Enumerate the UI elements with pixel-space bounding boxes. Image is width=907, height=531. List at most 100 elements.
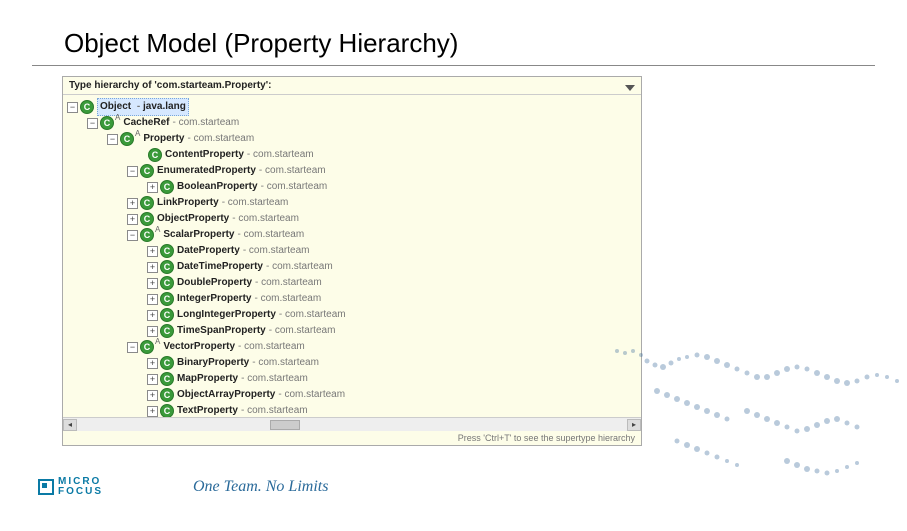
class-name[interactable]: TimeSpanProperty: [177, 323, 266, 339]
package-name: - com.starteam: [279, 307, 346, 323]
package-name: - com.starteam: [222, 195, 289, 211]
expand-icon[interactable]: +: [147, 278, 158, 289]
tree-row-content[interactable]: C ContentProperty - com.starteam: [67, 147, 637, 163]
class-name[interactable]: EnumeratedProperty: [157, 163, 256, 179]
class-name[interactable]: MapProperty: [177, 371, 238, 387]
expand-icon[interactable]: +: [147, 358, 158, 369]
tree-row-cacheref[interactable]: − CA CacheRef - com.starteam: [67, 115, 637, 131]
class-icon: C: [160, 372, 174, 386]
scroll-right-button[interactable]: ▸: [627, 419, 641, 431]
collapse-icon[interactable]: −: [67, 102, 78, 113]
tree-row-objectarray[interactable]: + C ObjectArrayProperty - com.starteam: [67, 387, 637, 403]
expand-icon[interactable]: +: [147, 262, 158, 273]
collapse-icon[interactable]: −: [127, 230, 138, 241]
expand-icon[interactable]: +: [147, 390, 158, 401]
tree-row-double[interactable]: + C DoubleProperty - com.starteam: [67, 275, 637, 291]
tree-row-longint[interactable]: + C LongIntegerProperty - com.starteam: [67, 307, 637, 323]
microfocus-logo: MICRO FOCUS: [38, 477, 103, 497]
class-icon: C: [160, 292, 174, 306]
class-name[interactable]: IntegerProperty: [177, 291, 251, 307]
panel-hint: Press 'Ctrl+T' to see the supertype hier…: [458, 431, 635, 445]
collapse-icon[interactable]: −: [87, 118, 98, 129]
class-icon: C: [120, 132, 134, 146]
scroll-left-button[interactable]: ◂: [63, 419, 77, 431]
class-name[interactable]: DoubleProperty: [177, 275, 252, 291]
tree-row-scalar[interactable]: − CA ScalarProperty - com.starteam: [67, 227, 637, 243]
class-icon: C: [160, 324, 174, 338]
tree-row-object[interactable]: − C Object - java.lang: [67, 99, 637, 115]
collapse-icon[interactable]: −: [107, 134, 118, 145]
expand-icon[interactable]: +: [147, 294, 158, 305]
abstract-badge-icon: A: [115, 110, 120, 126]
horizontal-scrollbar[interactable]: ◂ ▸: [63, 417, 641, 431]
package-name: - com.starteam: [238, 339, 305, 355]
tree-row-timespan[interactable]: + C TimeSpanProperty - com.starteam: [67, 323, 637, 339]
collapse-icon[interactable]: −: [127, 166, 138, 177]
tree-row-integer[interactable]: + C IntegerProperty - com.starteam: [67, 291, 637, 307]
class-name[interactable]: ObjectArrayProperty: [177, 387, 275, 403]
class-name[interactable]: Object - java.lang: [97, 98, 189, 116]
tree-row-enumerated[interactable]: − C EnumeratedProperty - com.starteam: [67, 163, 637, 179]
tree-row-property[interactable]: − CA Property - com.starteam: [67, 131, 637, 147]
class-icon: C: [100, 116, 114, 130]
class-name[interactable]: LongIntegerProperty: [177, 307, 276, 323]
abstract-badge-icon: A: [155, 222, 160, 238]
class-name[interactable]: DateTimeProperty: [177, 259, 263, 275]
class-icon: C: [160, 308, 174, 322]
tree-row-binary[interactable]: + C BinaryProperty - com.starteam: [67, 355, 637, 371]
class-name[interactable]: DateProperty: [177, 243, 240, 259]
slide-title: Object Model (Property Hierarchy): [32, 0, 875, 66]
tree-row-map[interactable]: + C MapProperty - com.starteam: [67, 371, 637, 387]
tree-row-date[interactable]: + C DateProperty - com.starteam: [67, 243, 637, 259]
package-name: - com.starteam: [266, 259, 333, 275]
view-menu-icon[interactable]: [625, 83, 635, 89]
package-name: - com.starteam: [255, 275, 322, 291]
class-icon: C: [140, 196, 154, 210]
expand-icon[interactable]: +: [127, 214, 138, 225]
class-name[interactable]: LinkProperty: [157, 195, 219, 211]
class-icon: C: [160, 276, 174, 290]
class-name[interactable]: ScalarProperty: [163, 227, 234, 243]
expand-icon[interactable]: +: [147, 310, 158, 321]
slide-footer: MICRO FOCUS One Team. No Limits: [38, 477, 907, 497]
class-icon: C: [140, 212, 154, 226]
tree-row-object-prop[interactable]: + C ObjectProperty - com.starteam: [67, 211, 637, 227]
package-name: - com.starteam: [259, 163, 326, 179]
class-icon: C: [140, 164, 154, 178]
panel-header: Type hierarchy of 'com.starteam.Property…: [63, 77, 641, 95]
tree-row-datetime[interactable]: + C DateTimeProperty - com.starteam: [67, 259, 637, 275]
expand-icon[interactable]: +: [147, 406, 158, 417]
expand-icon[interactable]: +: [147, 374, 158, 385]
package-name: - com.starteam: [247, 147, 314, 163]
expand-icon[interactable]: +: [147, 182, 158, 193]
class-icon: C: [160, 180, 174, 194]
collapse-icon[interactable]: −: [127, 342, 138, 353]
expand-icon[interactable]: +: [127, 198, 138, 209]
tree-row-boolean[interactable]: + C BooleanProperty - com.starteam: [67, 179, 637, 195]
tree-view[interactable]: − C Object - java.lang − CA CacheRef - c…: [63, 95, 641, 445]
package-name: - com.starteam: [243, 243, 310, 259]
tree-row-vector[interactable]: − CA VectorProperty - com.starteam: [67, 339, 637, 355]
tree-row-link[interactable]: + C LinkProperty - com.starteam: [67, 195, 637, 211]
package-name: - com.starteam: [261, 179, 328, 195]
class-icon: C: [160, 388, 174, 402]
panel-header-text: Type hierarchy of 'com.starteam.Property…: [69, 80, 271, 91]
package-name: - com.starteam: [269, 323, 336, 339]
package-name: - com.starteam: [252, 355, 319, 371]
package-name: - com.starteam: [238, 227, 305, 243]
expand-icon[interactable]: +: [147, 246, 158, 257]
class-name[interactable]: VectorProperty: [163, 339, 235, 355]
class-name[interactable]: ContentProperty: [165, 147, 244, 163]
class-name[interactable]: BinaryProperty: [177, 355, 249, 371]
class-icon: C: [160, 244, 174, 258]
class-name[interactable]: Property: [143, 131, 184, 147]
scroll-track[interactable]: [77, 419, 627, 431]
class-name[interactable]: CacheRef: [123, 115, 169, 131]
package-name: - com.starteam: [187, 131, 254, 147]
class-name[interactable]: ObjectProperty: [157, 211, 229, 227]
class-name[interactable]: BooleanProperty: [177, 179, 258, 195]
tagline: One Team. No Limits: [193, 478, 328, 496]
scroll-thumb[interactable]: [270, 420, 300, 430]
class-icon: C: [80, 100, 94, 114]
class-icon: C: [148, 148, 162, 162]
